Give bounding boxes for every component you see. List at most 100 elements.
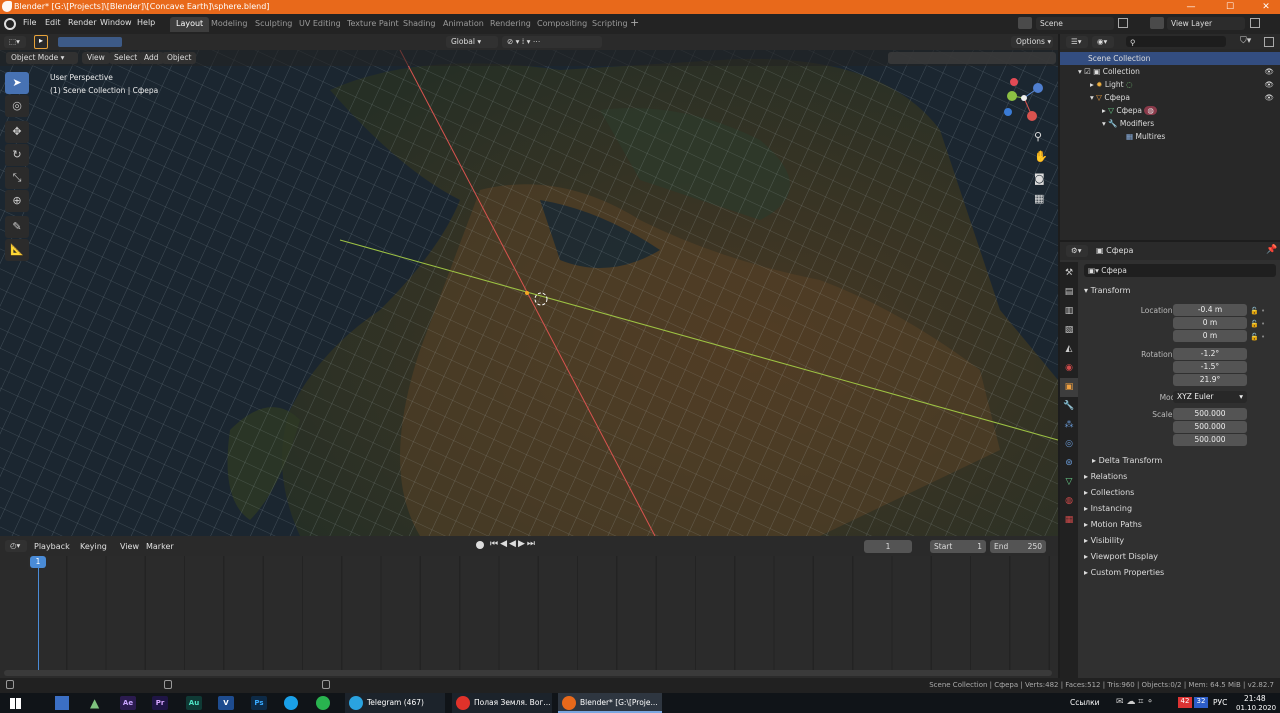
filter-icon[interactable]: ⛉▾	[1240, 36, 1251, 46]
menu-select[interactable]: Select	[109, 52, 143, 64]
outliner-editor-icon[interactable]: ☰▾	[1066, 36, 1088, 48]
menu-marker[interactable]: Marker	[146, 542, 174, 551]
taskbar-blender[interactable]: Blender* [G:\[Proje...	[558, 693, 662, 713]
timeline[interactable]: 1102030405060708090100110120130140150160…	[0, 556, 1058, 678]
playhead-label[interactable]: 1	[30, 556, 46, 568]
options-button[interactable]: Options ▾	[1011, 36, 1053, 48]
record-icon[interactable]	[476, 541, 484, 549]
taskbar-browser[interactable]: Полая Земля. Вог...	[452, 693, 552, 713]
whatsapp-icon[interactable]	[316, 696, 330, 710]
menu-keying[interactable]: Keying	[80, 542, 107, 551]
shading-controls[interactable]	[888, 52, 1056, 64]
timeline-scrollbar[interactable]	[4, 670, 1052, 676]
select-box-tool-icon[interactable]: ➤	[5, 72, 29, 94]
close-button[interactable]: ✕	[1252, 0, 1280, 14]
new-view-layer-icon[interactable]	[1250, 18, 1260, 28]
tray-badge-blue[interactable]: 32	[1194, 697, 1208, 708]
location-y-field[interactable]: 0 m	[1173, 317, 1247, 329]
scene-icon[interactable]	[1018, 17, 1032, 29]
menu-timeline-view[interactable]: View	[120, 542, 139, 551]
save-app-icon[interactable]	[55, 696, 69, 710]
new-scene-icon[interactable]	[1118, 18, 1128, 28]
outliner-row-modifiers[interactable]: ▾ 🔧 Modifiers	[1060, 117, 1280, 130]
download-app-icon[interactable]	[284, 696, 298, 710]
visibility-eye-icon[interactable]: 👁	[1264, 67, 1274, 76]
blender-menu-icon[interactable]	[4, 18, 16, 30]
view-layer-icon[interactable]	[1150, 17, 1164, 29]
rotation-mode-dropdown[interactable]: XYZ Euler ▾	[1173, 391, 1247, 403]
relations-panel[interactable]: ▸ Relations	[1084, 472, 1127, 481]
custom-properties-panel[interactable]: ▸ Custom Properties	[1084, 568, 1164, 577]
current-frame-field[interactable]: 1	[864, 540, 912, 553]
scale-z-field[interactable]: 500.000	[1173, 434, 1247, 446]
visibility-panel[interactable]: ▸ Visibility	[1084, 536, 1124, 545]
tab-layout[interactable]: Layout	[170, 17, 210, 32]
lock-icons[interactable]: 🔓 • 🔓 • 🔓 •	[1250, 305, 1265, 344]
scene-field[interactable]: Scene	[1036, 17, 1114, 30]
viewport-display-panel[interactable]: ▸ Viewport Display	[1084, 552, 1158, 561]
outliner-search-input[interactable]: ⚲	[1126, 36, 1226, 47]
scale-tool-icon[interactable]: ⤡	[5, 167, 29, 189]
snap-pivot-controls[interactable]: ⊘ ▾ ⁞ ▾ ⋯	[502, 36, 602, 48]
selection-mode-icons[interactable]	[58, 37, 122, 47]
after-effects-icon[interactable]: Ae	[120, 696, 136, 710]
pan-hand-icon[interactable]: ✋	[1034, 150, 1048, 163]
menu-help[interactable]: Help	[137, 18, 155, 27]
motion-paths-panel[interactable]: ▸ Motion Paths	[1084, 520, 1142, 529]
tab-animation[interactable]: Animation	[437, 17, 490, 32]
rotation-y-field[interactable]: -1.5°	[1173, 361, 1247, 373]
outliner-row-sphere[interactable]: ▾ ▽ Сфера 👁	[1060, 91, 1280, 104]
display-mode-icon[interactable]: ◉▾	[1092, 36, 1114, 48]
select-mode-icon[interactable]: ▸	[34, 35, 48, 49]
object-name-field[interactable]: ▣▾ Сфера	[1084, 264, 1276, 277]
transform-panel-header[interactable]: ▾ Transform	[1084, 286, 1130, 295]
instancing-panel[interactable]: ▸ Instancing	[1084, 504, 1132, 513]
world-tab-icon[interactable]: ◉	[1060, 359, 1078, 378]
render-tab-icon[interactable]: ▤	[1060, 283, 1078, 302]
tray-icons[interactable]: ✉ ☁ ⌗ ⚬	[1116, 697, 1154, 707]
windows-start-icon[interactable]	[10, 698, 21, 709]
add-workspace-icon[interactable]: +	[630, 16, 639, 29]
tab-texture-paint[interactable]: Texture Paint	[341, 17, 405, 32]
menu-view[interactable]: View	[82, 52, 110, 64]
material-tab-icon[interactable]: ◍	[1060, 492, 1078, 511]
playhead[interactable]	[38, 556, 39, 670]
location-z-field[interactable]: 0 m	[1173, 330, 1247, 342]
timeline-editor-icon[interactable]: ◴▾	[5, 540, 27, 552]
taskbar-telegram[interactable]: Telegram (467)	[345, 693, 445, 713]
object-tab-icon[interactable]: ▣	[1060, 378, 1078, 397]
modifier-tab-icon[interactable]: 🔧	[1060, 397, 1078, 416]
audition-icon[interactable]: Au	[186, 696, 202, 710]
menu-playback[interactable]: Playback	[34, 542, 70, 551]
properties-editor-icon[interactable]: ⚙▾	[1066, 245, 1088, 257]
constraints-tab-icon[interactable]: ⊛	[1060, 454, 1078, 473]
menu-render[interactable]: Render	[68, 18, 96, 27]
collections-panel[interactable]: ▸ Collections	[1084, 488, 1134, 497]
annotate-tool-icon[interactable]: ✎	[5, 216, 29, 238]
premiere-icon[interactable]: Pr	[152, 696, 168, 710]
navigation-gizmo[interactable]	[998, 72, 1050, 124]
move-tool-icon[interactable]: ✥	[5, 121, 29, 143]
orthographic-grid-icon[interactable]: ▦	[1034, 192, 1044, 205]
measure-tool-icon[interactable]: 📐	[5, 239, 29, 261]
tool-tab-icon[interactable]: ⚒	[1060, 264, 1078, 283]
delta-transform-panel[interactable]: ▸ Delta Transform	[1092, 456, 1162, 465]
tray-badge-red[interactable]: 42	[1178, 697, 1192, 708]
vegas-icon[interactable]: V	[218, 696, 234, 710]
rotate-tool-icon[interactable]: ↻	[5, 144, 29, 166]
outliner-row-scene-collection[interactable]: Scene Collection	[1060, 52, 1280, 65]
clock-time[interactable]: 21:48	[1244, 694, 1266, 703]
tab-modeling[interactable]: Modeling	[205, 17, 253, 32]
transform-tool-icon[interactable]: ⊕	[5, 190, 29, 212]
editor-type-icon[interactable]: ⬚▾	[4, 36, 26, 48]
new-collection-icon[interactable]	[1264, 37, 1274, 47]
orientation-dropdown[interactable]: Global ▾	[446, 36, 498, 48]
menu-object[interactable]: Object	[162, 52, 197, 64]
start-frame-field[interactable]: Start 1	[930, 540, 986, 553]
clock-date[interactable]: 01.10.2020	[1236, 704, 1276, 712]
menu-window[interactable]: Window	[100, 18, 132, 27]
maximize-button[interactable]: ☐	[1216, 0, 1244, 14]
data-tab-icon[interactable]: ▽	[1060, 473, 1078, 492]
zoom-icon[interactable]: ⚲	[1034, 130, 1042, 143]
scene-tab-icon[interactable]: ◭	[1060, 340, 1078, 359]
